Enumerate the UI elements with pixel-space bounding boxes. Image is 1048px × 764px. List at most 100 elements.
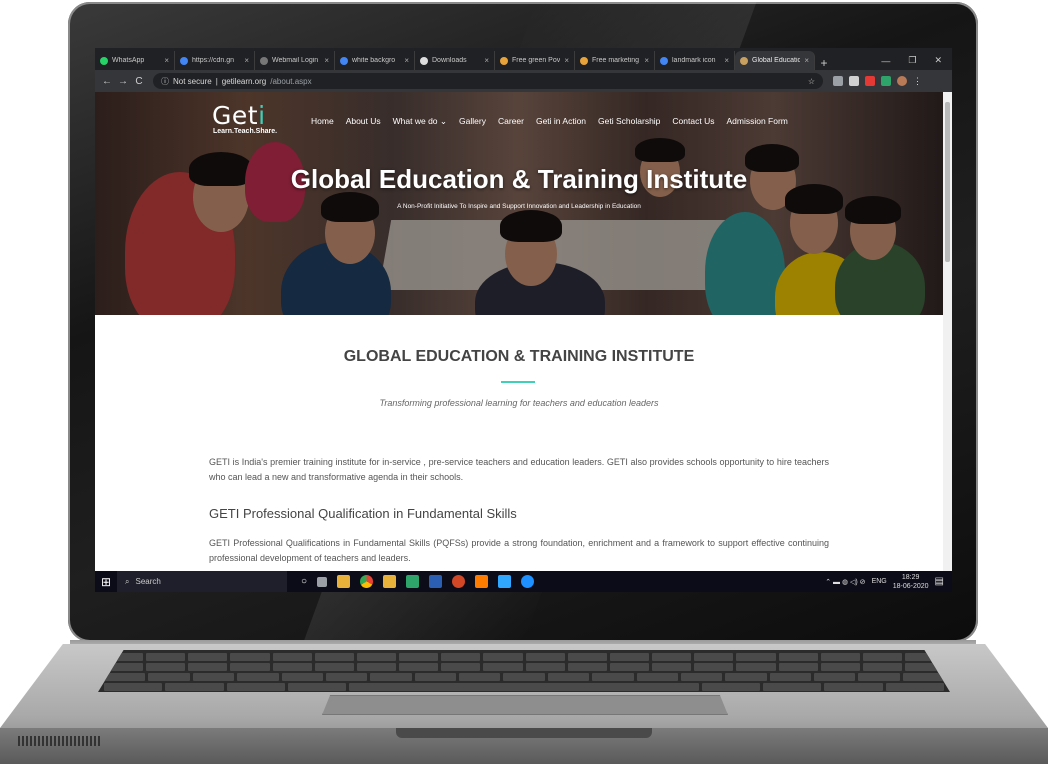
reload-icon[interactable]: C bbox=[131, 76, 147, 87]
pqfs-heading: GETI Professional Qualification in Funda… bbox=[209, 506, 517, 521]
window-controls: — ❐ ✕ bbox=[881, 51, 952, 70]
bookmark-star-icon[interactable]: ☆ bbox=[808, 77, 815, 86]
file-explorer-icon[interactable] bbox=[383, 575, 397, 588]
extension-icon[interactable] bbox=[865, 76, 875, 86]
phone-app-icon[interactable] bbox=[406, 575, 420, 588]
browser-tab[interactable]: Free green Pov × bbox=[495, 51, 575, 70]
new-tab-button[interactable]: + bbox=[815, 56, 833, 70]
windows-start-icon[interactable]: ⊞ bbox=[95, 575, 117, 589]
clock-time: 18:29 bbox=[901, 573, 920, 581]
site-nav: Home About Us What we do ⌄ Gallery Caree… bbox=[311, 116, 788, 127]
forward-icon[interactable]: → bbox=[115, 76, 131, 87]
google-favicon-icon bbox=[340, 56, 348, 65]
browser-tab[interactable]: white backgro × bbox=[335, 51, 415, 70]
tab-close-icon[interactable]: × bbox=[724, 56, 729, 65]
tab-close-icon[interactable]: × bbox=[564, 56, 569, 65]
pqfs-paragraph: GETI Professional Qualifications in Fund… bbox=[209, 538, 829, 563]
touchpad bbox=[322, 695, 728, 715]
powerpoint-icon[interactable] bbox=[452, 575, 466, 588]
illustrator-icon[interactable] bbox=[475, 575, 489, 588]
nav-contact-us[interactable]: Contact Us bbox=[672, 116, 714, 127]
back-icon[interactable]: ← bbox=[99, 76, 115, 87]
lid-notch bbox=[396, 728, 652, 738]
url-path: /about.aspx bbox=[270, 76, 312, 86]
nav-geti-scholarship[interactable]: Geti Scholarship bbox=[598, 116, 660, 127]
browser-tab[interactable]: landmark icon × bbox=[655, 51, 735, 70]
notification-icon[interactable]: ▤ bbox=[935, 576, 944, 587]
nav-career[interactable]: Career bbox=[498, 116, 524, 127]
clock-date: 18-06-2020 bbox=[892, 582, 929, 590]
tab-close-icon[interactable]: × bbox=[804, 56, 809, 65]
tab-close-icon[interactable]: × bbox=[644, 56, 649, 65]
browser-tab[interactable]: Downloads × bbox=[415, 51, 495, 70]
tab-close-icon[interactable]: × bbox=[164, 56, 169, 65]
nav-geti-in-action[interactable]: Geti in Action bbox=[536, 116, 586, 127]
site-logo[interactable]: Geti bbox=[212, 101, 266, 130]
tab-close-icon[interactable]: × bbox=[484, 56, 489, 65]
tab-close-icon[interactable]: × bbox=[404, 56, 409, 65]
language-indicator[interactable]: ENG bbox=[872, 578, 887, 585]
speaker-grille bbox=[18, 736, 100, 746]
webmail-favicon-icon bbox=[260, 56, 268, 65]
intro-paragraph: GETI is India's premier training institu… bbox=[209, 457, 829, 482]
profile-avatar-icon[interactable] bbox=[897, 76, 907, 86]
bookmark-favicon-icon bbox=[500, 56, 508, 65]
cortana-icon[interactable]: ○ bbox=[301, 576, 307, 587]
browser-tab-strip: WhatsApp × https://cdn.gn × Webmail Login ×… bbox=[95, 48, 952, 70]
google-favicon-icon bbox=[180, 56, 188, 65]
nav-what-we-do[interactable]: What we do ⌄ bbox=[393, 116, 447, 127]
photoshop-icon[interactable] bbox=[498, 575, 512, 588]
google-favicon-icon bbox=[660, 56, 668, 65]
nav-home[interactable]: Home bbox=[311, 116, 334, 127]
menu-kebab-icon[interactable]: ⋮ bbox=[913, 76, 922, 87]
bookmark-favicon-icon bbox=[580, 56, 588, 65]
chrome-icon[interactable] bbox=[360, 575, 374, 588]
word-icon[interactable] bbox=[429, 575, 443, 588]
windows-taskbar: ⊞ ⌕ Search ○ ⌃ ▬ ◍ ◁) ⊘ ENG 18:29 18-06-… bbox=[95, 571, 952, 592]
scrollbar-thumb[interactable] bbox=[945, 102, 950, 262]
security-label: Not secure bbox=[173, 76, 212, 86]
taskbar-apps: ○ bbox=[301, 575, 535, 588]
extension-icon[interactable] bbox=[881, 76, 891, 86]
system-tray: ⌃ ▬ ◍ ◁) ⊘ ENG 18:29 18-06-2020 ▤ bbox=[825, 573, 952, 591]
tab-close-icon[interactable]: × bbox=[244, 56, 249, 65]
info-icon: ⓘ bbox=[161, 76, 169, 86]
hero-banner: Geti Learn.Teach.Share. Home About Us Wh… bbox=[95, 92, 943, 315]
logo-accent: i bbox=[258, 101, 266, 130]
keyboard bbox=[98, 650, 950, 692]
logo-text: Get bbox=[212, 101, 259, 130]
url-domain: getilearn.org bbox=[221, 76, 267, 86]
web-page: Geti Learn.Teach.Share. Home About Us Wh… bbox=[95, 92, 943, 571]
browser-tab[interactable]: WhatsApp × bbox=[95, 51, 175, 70]
restore-icon[interactable]: ❐ bbox=[908, 55, 916, 66]
browser-tab-active[interactable]: Global Educatio × bbox=[735, 51, 815, 70]
store-icon[interactable] bbox=[337, 575, 351, 588]
url-field[interactable]: ⓘ Not secure | getilearn.org/about.aspx … bbox=[153, 73, 823, 89]
search-label: Search bbox=[135, 577, 161, 586]
address-bar-row: ← → C ⓘ Not secure | getilearn.org/about… bbox=[95, 70, 952, 92]
close-window-icon[interactable]: ✕ bbox=[934, 55, 942, 66]
extension-icon[interactable] bbox=[849, 76, 859, 86]
hero-title: Global Education & Training Institute bbox=[290, 164, 748, 194]
search-icon: ⌕ bbox=[125, 576, 130, 586]
nav-admission-form[interactable]: Admission Form bbox=[726, 116, 787, 127]
browser-tab[interactable]: Webmail Login × bbox=[255, 51, 335, 70]
nav-gallery[interactable]: Gallery bbox=[459, 116, 486, 127]
tray-icons[interactable]: ⌃ ▬ ◍ ◁) ⊘ bbox=[825, 578, 865, 586]
extension-icon[interactable] bbox=[833, 76, 843, 86]
logo-tagline: Learn.Teach.Share. bbox=[213, 128, 278, 135]
edge-icon[interactable] bbox=[521, 575, 535, 588]
laptop-screen: WhatsApp × https://cdn.gn × Webmail Login ×… bbox=[95, 48, 952, 592]
browser-tab[interactable]: https://cdn.gn × bbox=[175, 51, 255, 70]
section-subtitle: Transforming professional learning for t… bbox=[379, 398, 659, 408]
section-title: GLOBAL EDUCATION & TRAINING INSTITUTE bbox=[343, 348, 695, 365]
taskbar-search[interactable]: ⌕ Search bbox=[117, 571, 287, 592]
task-view-icon[interactable] bbox=[317, 576, 328, 587]
clock[interactable]: 18:29 18-06-2020 bbox=[893, 573, 929, 591]
minimize-icon[interactable]: — bbox=[881, 56, 890, 66]
tab-close-icon[interactable]: × bbox=[324, 56, 329, 65]
section-divider bbox=[501, 381, 535, 383]
browser-tab[interactable]: Free marketing × bbox=[575, 51, 655, 70]
nav-about-us[interactable]: About Us bbox=[346, 116, 381, 127]
whatsapp-favicon-icon bbox=[100, 56, 108, 65]
